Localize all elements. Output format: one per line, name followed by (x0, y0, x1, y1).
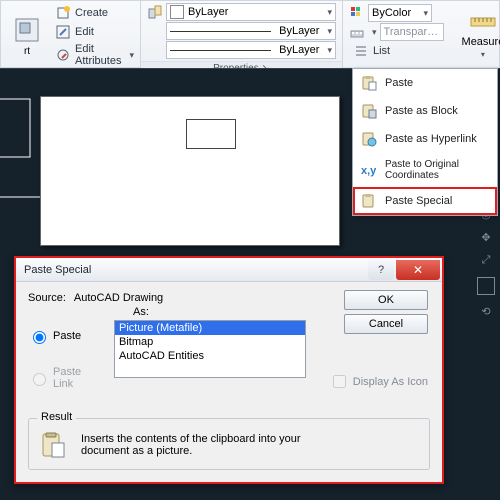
display-as-icon-checkbox (333, 375, 346, 388)
help-button[interactable]: ? (368, 260, 394, 280)
linetype-dropdown[interactable]: ByLayer ▾ (166, 41, 336, 59)
paste-special-dialog: Paste Special ? ✕ OK Cancel Source: Auto… (14, 256, 444, 484)
list-item[interactable]: AutoCAD Entities (115, 349, 305, 363)
nav-bar: ◎ ✥ ⤢ ⟲ (474, 208, 498, 318)
ok-button[interactable]: OK (344, 290, 428, 310)
chevron-down-icon: ▾ (323, 26, 332, 37)
orbit-icon[interactable]: ⟲ (481, 305, 490, 318)
chevron-down-icon: ▾ (125, 50, 134, 61)
as-listbox[interactable]: Picture (Metafile) Bitmap AutoCAD Entiti… (114, 320, 306, 378)
paste-block-icon (361, 103, 377, 119)
pan-icon[interactable]: ✥ (481, 231, 490, 244)
result-group: Result Inserts the contents of the clipb… (28, 418, 430, 470)
list-icon (353, 43, 369, 59)
measure-icon (469, 6, 497, 34)
shape-rect (186, 119, 236, 149)
bycolor-icon (349, 5, 365, 21)
list-item[interactable]: Picture (Metafile) (115, 321, 305, 335)
cancel-button[interactable]: Cancel (344, 314, 428, 334)
ribbon: rt Create Edit Edit Attributes ▾ Block ▾ (0, 0, 500, 68)
chevron-down-icon: ▾ (323, 45, 332, 56)
menu-label: Paste (385, 77, 413, 89)
chevron-down-icon: ▾ (419, 8, 428, 19)
chevron-down-icon: ▾ (323, 7, 332, 18)
match-props-icon[interactable] (147, 4, 163, 20)
insert-button[interactable]: rt (7, 14, 47, 59)
dialog-title: Paste Special (24, 264, 91, 276)
menu-paste-original-coords[interactable]: x,y Paste to Original Coordinates (353, 153, 497, 187)
measure-button[interactable]: Measure ▾ (456, 4, 500, 61)
insert-icon (13, 16, 41, 44)
menu-label: Paste Special (385, 195, 452, 207)
line-preview-icon (170, 50, 271, 51)
menu-label: Paste to Original Coordinates (385, 159, 489, 181)
color-dropdown[interactable]: ByLayer ▾ (166, 3, 336, 21)
menu-paste-as-block[interactable]: Paste as Block (353, 97, 497, 125)
radio-paste[interactable]: Paste (28, 328, 104, 344)
radio-paste-link: Paste Link (28, 366, 104, 390)
chevron-down-icon[interactable]: ▾ (368, 27, 377, 38)
source-label: Source: (28, 292, 66, 304)
paste-dropdown-menu: Paste Paste as Block Paste as Hyperlink … (352, 68, 498, 216)
color-swatch-icon (170, 5, 184, 19)
list-item[interactable]: Bitmap (115, 335, 305, 349)
zoom-icon[interactable]: ⤢ (482, 254, 491, 267)
close-button[interactable]: ✕ (396, 260, 440, 280)
transparency-icon[interactable] (349, 24, 365, 40)
viewcube-icon[interactable] (477, 277, 495, 295)
transparency-input[interactable]: Transpar… (380, 23, 444, 41)
lineweight-dropdown[interactable]: ByLayer ▾ (166, 22, 336, 40)
edit-icon (55, 24, 71, 40)
svg-text:x,y: x,y (361, 165, 377, 177)
edit-attributes-button[interactable]: Edit Attributes ▾ (51, 42, 138, 68)
chevron-down-icon: ▾ (481, 50, 485, 59)
menu-paste-special[interactable]: Paste Special (353, 187, 497, 215)
dialog-titlebar[interactable]: Paste Special ? ✕ (16, 258, 442, 282)
menu-label: Paste as Hyperlink (385, 133, 477, 145)
paste-icon (361, 75, 377, 91)
result-text: Inserts the contents of the clipboard in… (81, 433, 321, 457)
menu-label: Paste as Block (385, 105, 458, 117)
menu-paste-as-hyperlink[interactable]: Paste as Hyperlink (353, 125, 497, 153)
menu-paste[interactable]: Paste (353, 69, 497, 97)
plotstyle-dropdown[interactable]: ByColor ▾ (368, 4, 432, 22)
create-icon (55, 5, 71, 21)
list-button[interactable]: List (349, 42, 444, 60)
display-as-icon-label: Display As Icon (353, 376, 428, 388)
create-button[interactable]: Create (51, 4, 138, 22)
paste-coords-icon: x,y (361, 162, 377, 178)
edit-attributes-icon (55, 47, 71, 63)
layout-paper[interactable] (40, 96, 340, 246)
paste-hyperlink-icon (361, 131, 377, 147)
paste-special-icon (361, 193, 377, 209)
result-icon (39, 431, 67, 459)
source-value: AutoCAD Drawing (74, 292, 163, 304)
line-preview-icon (170, 31, 271, 32)
edit-button[interactable]: Edit (51, 23, 138, 41)
result-legend: Result (37, 411, 76, 423)
